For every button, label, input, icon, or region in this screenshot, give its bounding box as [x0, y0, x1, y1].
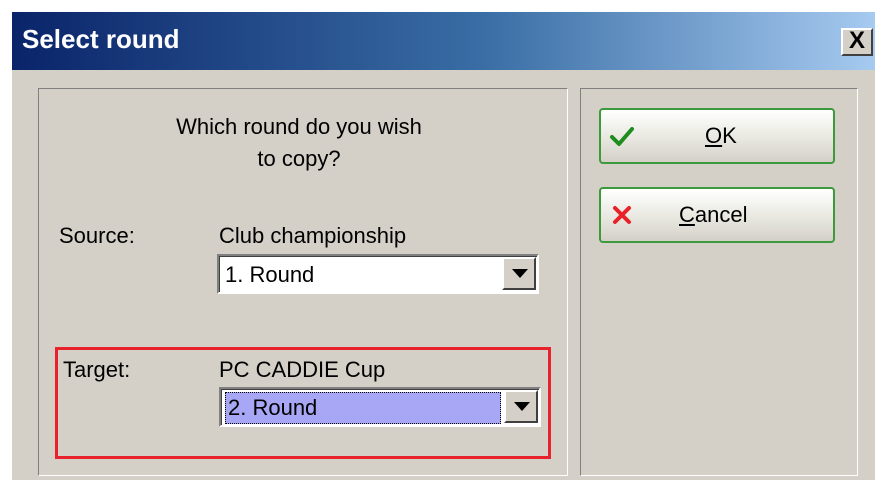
- x-icon: [613, 206, 631, 224]
- source-round-select[interactable]: 1. Round: [217, 254, 539, 294]
- source-competition: Club championship: [219, 223, 407, 248]
- target-round-select[interactable]: 2. Round: [219, 387, 541, 427]
- target-competition: PC CADDIE Cup: [219, 357, 386, 382]
- source-round-value: 1. Round: [225, 262, 315, 287]
- ok-mnemonic: O: [705, 123, 723, 148]
- chevron-down-icon[interactable]: [504, 390, 538, 423]
- source-label: Source:: [59, 223, 135, 248]
- cancel-label-rest: ancel: [694, 202, 748, 227]
- check-icon: [610, 127, 634, 146]
- ok-label-rest: K: [722, 123, 737, 148]
- question-text: Which round do you wish to copy?: [149, 111, 449, 175]
- close-icon: X: [848, 27, 865, 54]
- select-round-dialog: Select round X Which round do you wish t…: [12, 12, 875, 480]
- question-line-2: to copy?: [257, 146, 341, 171]
- target-label: Target:: [63, 357, 131, 382]
- round-selection-panel: Which round do you wish to copy? Source:…: [38, 88, 568, 476]
- dialog-title: Select round: [22, 24, 180, 54]
- ok-button-label: OK: [705, 123, 737, 149]
- cancel-button[interactable]: Cancel: [599, 187, 835, 243]
- chevron-down-icon[interactable]: [502, 257, 536, 290]
- button-panel: OK Cancel: [580, 88, 858, 476]
- ok-button[interactable]: OK: [599, 108, 835, 164]
- question-line-1: Which round do you wish: [176, 114, 422, 139]
- target-round-value: 2. Round: [225, 392, 501, 424]
- cancel-button-label: Cancel: [679, 202, 747, 228]
- close-button[interactable]: X: [841, 28, 873, 56]
- cancel-mnemonic: C: [679, 202, 695, 227]
- title-bar[interactable]: Select round X: [12, 12, 875, 70]
